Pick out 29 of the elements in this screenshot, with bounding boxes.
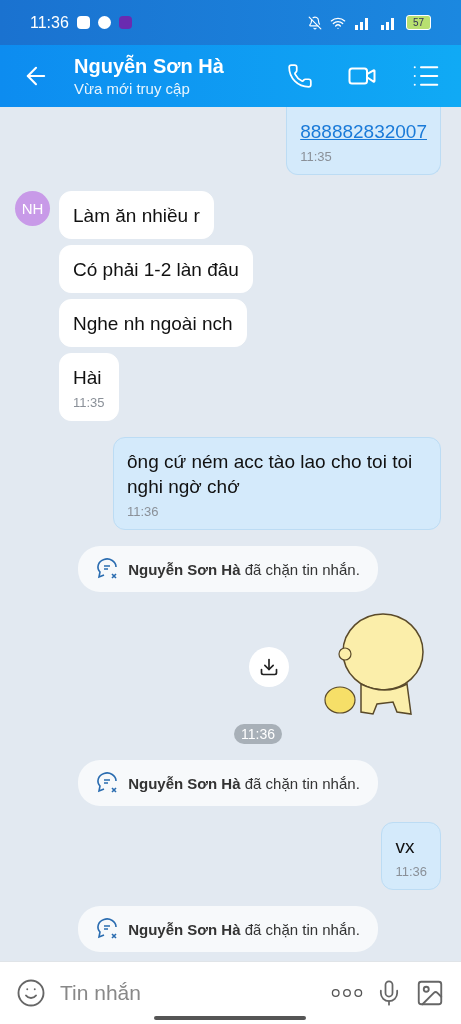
message-link[interactable]: 888882832007 (300, 119, 427, 144)
message-text: ông cứ ném acc tào lao cho toi toi nghi ngờ chớ (127, 450, 414, 499)
battery-level: 57 (405, 15, 431, 30)
message-text: Nghe nh ngoài nch (73, 312, 233, 336)
bell-off-icon (307, 15, 322, 30)
contact-status: Vừa mới truy cập (74, 80, 191, 97)
app-icon (118, 16, 132, 29)
message-time: 11:36 (395, 865, 427, 879)
contact-name: Nguyễn Sơn Hà (74, 55, 225, 78)
notice-text: Nguyễn Sơn Hà đã chặn tin nhắn. (128, 774, 360, 792)
message-time: 11:35 (73, 396, 105, 410)
emoji-button[interactable] (16, 978, 46, 1008)
message-text: Hài (73, 366, 103, 390)
message-time: 11:36 (127, 505, 160, 519)
message-time: 11:36 (234, 724, 282, 744)
app-icon (76, 16, 90, 29)
status-time: 11:36 (30, 13, 69, 32)
download-button[interactable] (249, 647, 289, 687)
notice-text: Nguyễn Sơn Hà đã chặn tin nhắn. (128, 560, 360, 578)
message-text: vx (395, 835, 416, 859)
call-button[interactable] (287, 63, 313, 89)
more-button[interactable] (331, 988, 363, 998)
download-icon[interactable] (259, 657, 279, 677)
image-button[interactable] (415, 978, 445, 1008)
notice-text: Nguyễn Sơn Hà đã chặn tin nhắn. (128, 920, 360, 938)
contact-avatar[interactable]: NH (15, 191, 50, 226)
message-time: 11:35 (300, 150, 333, 164)
message-text: Làm ăn nhiều r (73, 204, 200, 228)
message-text: Có phải 1-2 làn đâu (73, 258, 239, 282)
